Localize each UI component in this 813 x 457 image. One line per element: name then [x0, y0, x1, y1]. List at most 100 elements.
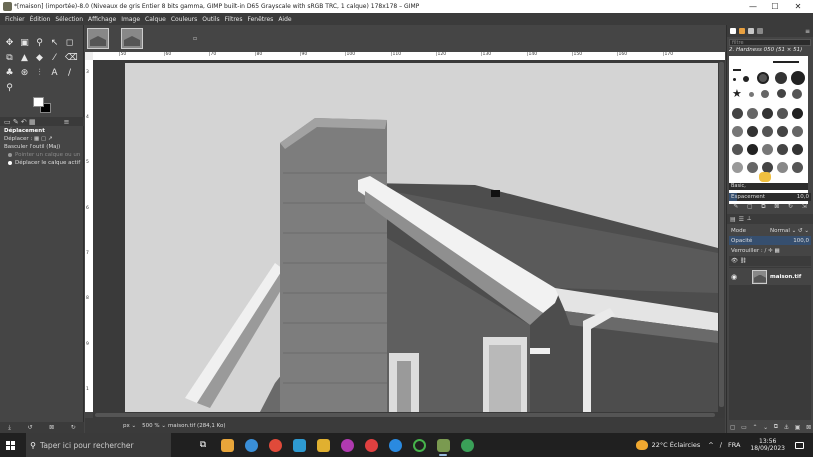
image-tab-thumbnail-2[interactable]	[121, 28, 143, 49]
pen-icon[interactable]: ∕	[720, 441, 722, 449]
brush-filter-input[interactable]: filtre	[729, 39, 811, 46]
menu-fichier[interactable]: Fichier	[5, 16, 25, 23]
taskbar-app-other[interactable]	[455, 433, 479, 457]
star-brush-icon[interactable]: ★	[732, 87, 742, 100]
taskbar-app-browser[interactable]	[383, 433, 407, 457]
brush-item[interactable]	[777, 144, 788, 155]
radio-pick-layer[interactable]: Pointer un calque ou un	[0, 152, 84, 158]
panel-menu-icon[interactable]: ≡	[64, 118, 70, 126]
brush-tag-field[interactable]: Basic,	[729, 183, 808, 190]
brush-item[interactable]	[775, 72, 787, 84]
duplicate-brush-icon[interactable]: ⧉	[761, 203, 765, 212]
mode-selector[interactable]: Normal ⌄ ↺ ⌄	[770, 228, 809, 234]
channels-tab-icon[interactable]: ☰	[739, 216, 744, 223]
anchor-layer-icon[interactable]: ⚓	[784, 424, 789, 431]
eye-icon[interactable]: ◉	[729, 273, 739, 281]
taskbar-app-edge[interactable]	[239, 433, 263, 457]
task-view-button[interactable]: ⧉	[191, 433, 215, 457]
menu-aide[interactable]: Aide	[278, 16, 291, 23]
brush-item[interactable]	[732, 162, 743, 173]
menu-outils[interactable]: Outils	[202, 16, 219, 23]
duplicate-layer-icon[interactable]: ⧉	[774, 423, 778, 431]
lower-layer-icon[interactable]: ⌄	[763, 424, 768, 431]
ruler-corner[interactable]	[85, 52, 93, 60]
brush-item[interactable]	[747, 108, 758, 119]
scroll-thumb[interactable]	[95, 413, 715, 417]
spacing-slider[interactable]: Espacement 10,0	[729, 193, 811, 201]
brush-item[interactable]	[761, 90, 769, 98]
brush-item[interactable]	[762, 108, 773, 119]
menu-calque[interactable]: Calque	[145, 16, 166, 23]
gradients-tab-icon[interactable]	[757, 28, 763, 34]
scroll-thumb[interactable]	[719, 62, 724, 407]
brush-item[interactable]	[762, 126, 773, 137]
layers-tab-icon[interactable]: ▤	[730, 216, 736, 223]
brush-item[interactable]	[749, 92, 754, 97]
delete-options-icon[interactable]: ⊠	[49, 424, 54, 431]
zoom-tool-icon[interactable]: ⚲	[5, 84, 14, 93]
paths-tab-icon[interactable]: ⟂	[747, 215, 751, 223]
language-indicator[interactable]: FRA	[728, 441, 740, 449]
menu-affichage[interactable]: Affichage	[88, 16, 116, 23]
taskbar-app-green[interactable]	[407, 433, 431, 457]
open-brush-icon[interactable]: ⇲	[802, 203, 807, 212]
brush-item[interactable]	[777, 89, 786, 98]
brush-item[interactable]	[747, 126, 758, 137]
image-canvas[interactable]	[125, 63, 718, 412]
image-tab-thumbnail[interactable]	[87, 28, 109, 49]
brush-item[interactable]	[747, 162, 758, 173]
smudge-icon[interactable]: /	[65, 69, 74, 78]
brush-item[interactable]	[777, 162, 788, 173]
menu-filtres[interactable]: Filtres	[225, 16, 243, 23]
reset-options-icon[interactable]: ↻	[71, 424, 76, 431]
unit-selector[interactable]: px ⌄	[123, 423, 136, 429]
menu-couleurs[interactable]: Couleurs	[171, 16, 197, 23]
brush-item[interactable]	[773, 61, 799, 63]
brush-item[interactable]	[792, 89, 802, 99]
brush-item[interactable]	[759, 172, 771, 182]
move-layer-mode-icon[interactable]: ▦ ▢ ↗	[34, 136, 53, 142]
fonts-tab-icon[interactable]	[748, 28, 754, 34]
brush-item[interactable]	[732, 144, 743, 155]
fg-bg-colors[interactable]	[33, 97, 51, 113]
brush-item[interactable]	[792, 162, 803, 173]
brush-item[interactable]	[733, 69, 741, 71]
brush-item[interactable]	[743, 76, 749, 82]
taskbar-app-explorer[interactable]	[215, 433, 239, 457]
brush-item-selected[interactable]	[757, 72, 769, 84]
new-group-icon[interactable]: ▭	[741, 424, 747, 431]
weather-widget[interactable]: 22°C Éclaircies	[635, 440, 700, 450]
lock-pixels-icon[interactable]: /	[764, 248, 766, 254]
horizontal-ruler[interactable]: |50 |60 |70 |80 |90 |100 |110 |120 |130 …	[93, 52, 725, 60]
brushes-tab-icon[interactable]	[730, 28, 736, 34]
opacity-slider[interactable]: Opacité 100,0	[729, 236, 811, 245]
taskbar-app-chrome[interactable]	[263, 433, 287, 457]
close-button[interactable]: ✕	[783, 0, 813, 13]
delete-layer-icon[interactable]: ⊠	[806, 424, 811, 431]
brush-item[interactable]	[762, 144, 773, 155]
lock-position-icon[interactable]: ✛	[768, 248, 773, 254]
foreground-color-swatch[interactable]	[33, 97, 44, 107]
new-brush-icon[interactable]: ▢	[747, 203, 753, 212]
brush-item[interactable]	[732, 126, 743, 137]
layer-list[interactable]	[729, 267, 811, 420]
brush-item[interactable]	[733, 78, 736, 81]
text-tool-icon[interactable]: A	[50, 69, 59, 78]
brush-item[interactable]	[732, 108, 743, 119]
taskbar-app-store[interactable]	[287, 433, 311, 457]
brush-item[interactable]	[792, 108, 803, 119]
eraser-icon[interactable]: ⌫	[65, 54, 78, 63]
restore-options-icon[interactable]: ↺	[28, 424, 33, 431]
transform-icon[interactable]: ⧉	[5, 54, 14, 63]
color-picker-icon[interactable]: ⫶	[35, 69, 44, 78]
brush-item[interactable]	[777, 108, 788, 119]
layer-row[interactable]: ◉ maison.tif	[729, 268, 811, 285]
brush-grid[interactable]: ★	[729, 56, 808, 204]
vertical-ruler[interactable]: 3 4 5 6 7 8 9 1	[85, 60, 93, 412]
rect-select-icon[interactable]: ▣	[20, 39, 29, 48]
clone-icon[interactable]: ♣	[5, 69, 14, 78]
save-options-icon[interactable]: ⤓	[8, 424, 11, 432]
brush-item[interactable]	[747, 144, 758, 155]
raise-layer-icon[interactable]: ⌃	[752, 424, 757, 431]
vertical-scrollbar[interactable]	[718, 60, 725, 412]
